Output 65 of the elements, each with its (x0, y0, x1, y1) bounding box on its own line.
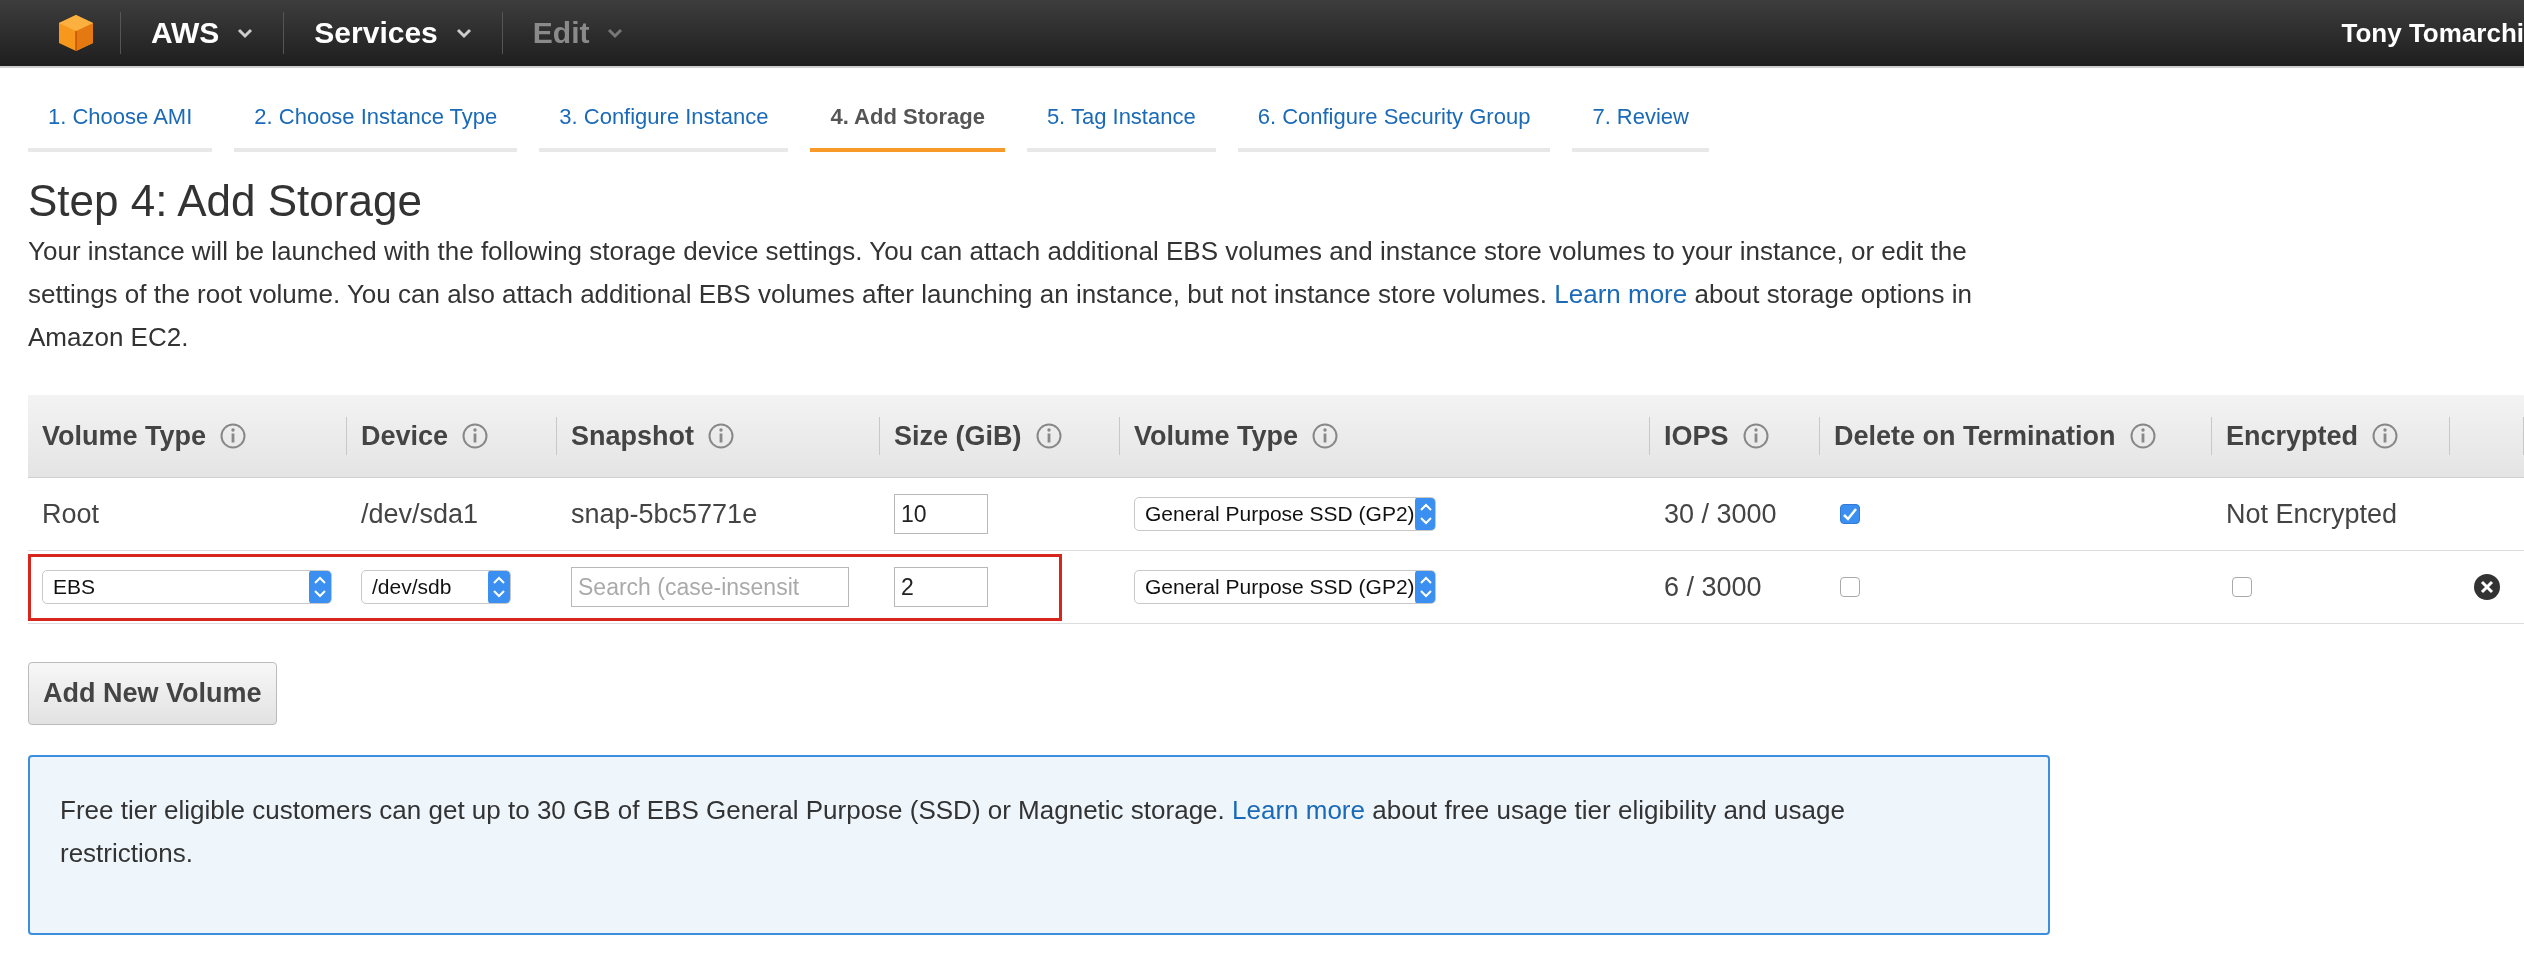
info-icon (1312, 423, 1339, 449)
page-title: Step 4: Add Storage (28, 176, 422, 226)
device-select[interactable]: /dev/sdb (361, 570, 511, 604)
header-label: Volume Type (1134, 420, 1299, 452)
table-cell: 6 / 3000 (1650, 551, 1820, 624)
notice-text: Free tier eligible customers can get up to 30 GB of EBS General Purpose (SSD) or Magnetic storage. Learn more about free usage tier eligibility and usage restrictions. (60, 795, 1845, 868)
wizard-tab[interactable]: 3. Configure Instance (539, 96, 789, 152)
header-label: Device (361, 420, 449, 452)
wizard-tab[interactable]: 1. Choose AMI (28, 96, 213, 152)
description-text: Your instance will be launched with the following storage device settings. You can attach additional EBS volumes and instance store volumes to your instance, or edit the settings of the root volume. You can also attach additional EBS volumes after launching an instance, but not instance store volumes. Learn more about storage options in Amazon EC2. (28, 235, 1973, 354)
column-header[interactable]: Size (GiB) (880, 395, 1120, 478)
wizard-tab[interactable]: 2. Choose Instance Type (234, 96, 518, 152)
chevrons-icon (1414, 571, 1435, 603)
header-label: Volume Type (42, 420, 207, 452)
checkbox[interactable] (1840, 577, 1860, 597)
caret-icon (607, 27, 624, 39)
snapshot-search-field[interactable]: Search (case-insensit (571, 567, 849, 607)
column-header[interactable]: IOPS (1650, 395, 1820, 478)
table-cell: Root (28, 478, 347, 551)
info-icon (462, 423, 489, 449)
header-label: Delete on Termination (1834, 420, 2116, 452)
learn-more-link[interactable]: Learn more (1554, 279, 1688, 309)
caret-icon (455, 27, 472, 39)
size-field[interactable]: 10 (894, 494, 988, 534)
chevrons-icon (1414, 498, 1435, 530)
remove-icon[interactable] (2473, 573, 2501, 601)
column-header[interactable]: Encrypted (2212, 395, 2450, 478)
info-icon (1742, 423, 1769, 449)
column-header[interactable]: Device (347, 395, 557, 478)
menu-button[interactable]: AWS (145, 16, 260, 50)
caret-icon (237, 27, 254, 39)
info-icon (708, 423, 734, 449)
add-volume-button[interactable]: Add New Volume (28, 662, 277, 725)
table-cell: snap-5bc5771e (557, 478, 880, 551)
column-header[interactable]: Snapshot (557, 395, 880, 478)
checkbox[interactable] (1840, 504, 1860, 524)
header-label: Encrypted (2226, 420, 2359, 452)
learn-more-link[interactable]: Learn more (1232, 795, 1365, 825)
table-cell: /dev/sda1 (347, 478, 557, 551)
table-cell: 30 / 3000 (1650, 478, 1820, 551)
header-label: Size (GiB) (894, 420, 1022, 452)
column-header[interactable]: Volume Type (28, 395, 347, 478)
chevrons-icon (309, 571, 331, 603)
volume-type-select[interactable]: General Purpose SSD (GP2) (1134, 497, 1436, 531)
table-cell: Not Encrypted (2212, 478, 2450, 551)
column-header[interactable]: Volume Type (1120, 395, 1650, 478)
wizard-tab[interactable]: 7. Review (1572, 96, 1709, 152)
column-header[interactable]: Delete on Termination (1820, 395, 2212, 478)
wizard-tab[interactable]: 4. Add Storage (810, 96, 1005, 152)
user-name[interactable]: Tony Tomarchi (2341, 17, 2524, 49)
header-label: IOPS (1664, 420, 1729, 452)
info-icon (2129, 423, 2156, 449)
info-icon (2372, 423, 2399, 449)
checkbox[interactable] (2232, 577, 2252, 597)
chevrons-icon (488, 571, 510, 603)
cube-logo-icon (56, 13, 96, 53)
info-icon (220, 423, 247, 449)
volume-type-select[interactable]: General Purpose SSD (GP2) (1134, 570, 1436, 604)
wizard-tab[interactable]: 5. Tag Instance (1026, 96, 1216, 152)
menu-button[interactable]: Services (308, 16, 478, 50)
volume-type-select[interactable]: EBS (42, 570, 332, 604)
info-icon (1035, 423, 1062, 449)
wizard-tab[interactable]: 6. Configure Security Group (1237, 96, 1551, 152)
header-label: Snapshot (571, 420, 694, 452)
size-field[interactable]: 2 (894, 567, 988, 607)
